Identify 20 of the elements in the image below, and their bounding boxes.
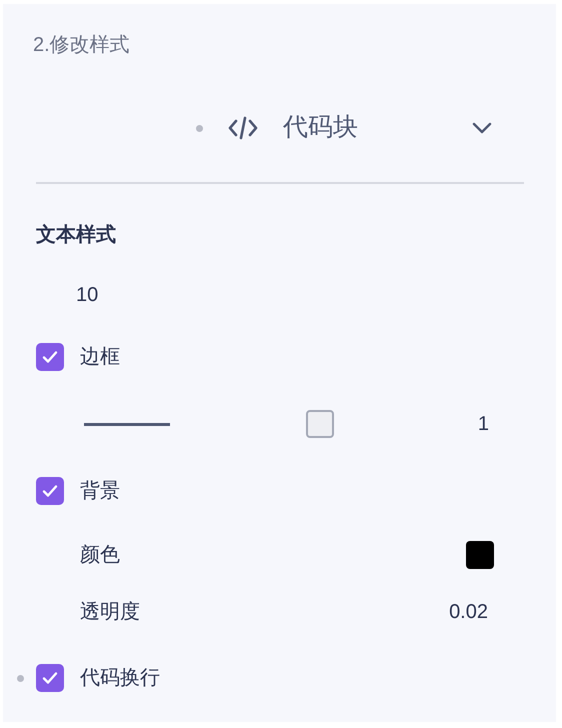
border-label: 边框 <box>80 345 120 370</box>
block-type-dropdown[interactable]: 代码块 <box>3 104 556 152</box>
line-style-sample[interactable] <box>84 422 170 426</box>
background-label: 背景 <box>80 479 120 504</box>
block-type-label: 代码块 <box>283 112 359 144</box>
border-width-value[interactable]: 1 <box>478 409 489 439</box>
opacity-label: 透明度 <box>80 600 140 625</box>
checkbox[interactable] <box>36 477 64 505</box>
background-color-swatch[interactable] <box>466 541 494 569</box>
section-heading: 文本样式 <box>36 222 116 248</box>
color-label: 颜色 <box>80 543 120 568</box>
code-wrap-label: 代码换行 <box>80 666 160 691</box>
opacity-value[interactable]: 0.02 <box>449 597 488 627</box>
font-size-value[interactable]: 10 <box>76 280 98 310</box>
section-title: 2.修改样式 <box>33 33 130 58</box>
code-icon <box>228 115 258 141</box>
border-color-swatch[interactable] <box>306 410 334 438</box>
checkbox[interactable] <box>36 664 64 692</box>
chevron-down-icon <box>472 122 492 134</box>
checkbox[interactable] <box>36 343 64 371</box>
